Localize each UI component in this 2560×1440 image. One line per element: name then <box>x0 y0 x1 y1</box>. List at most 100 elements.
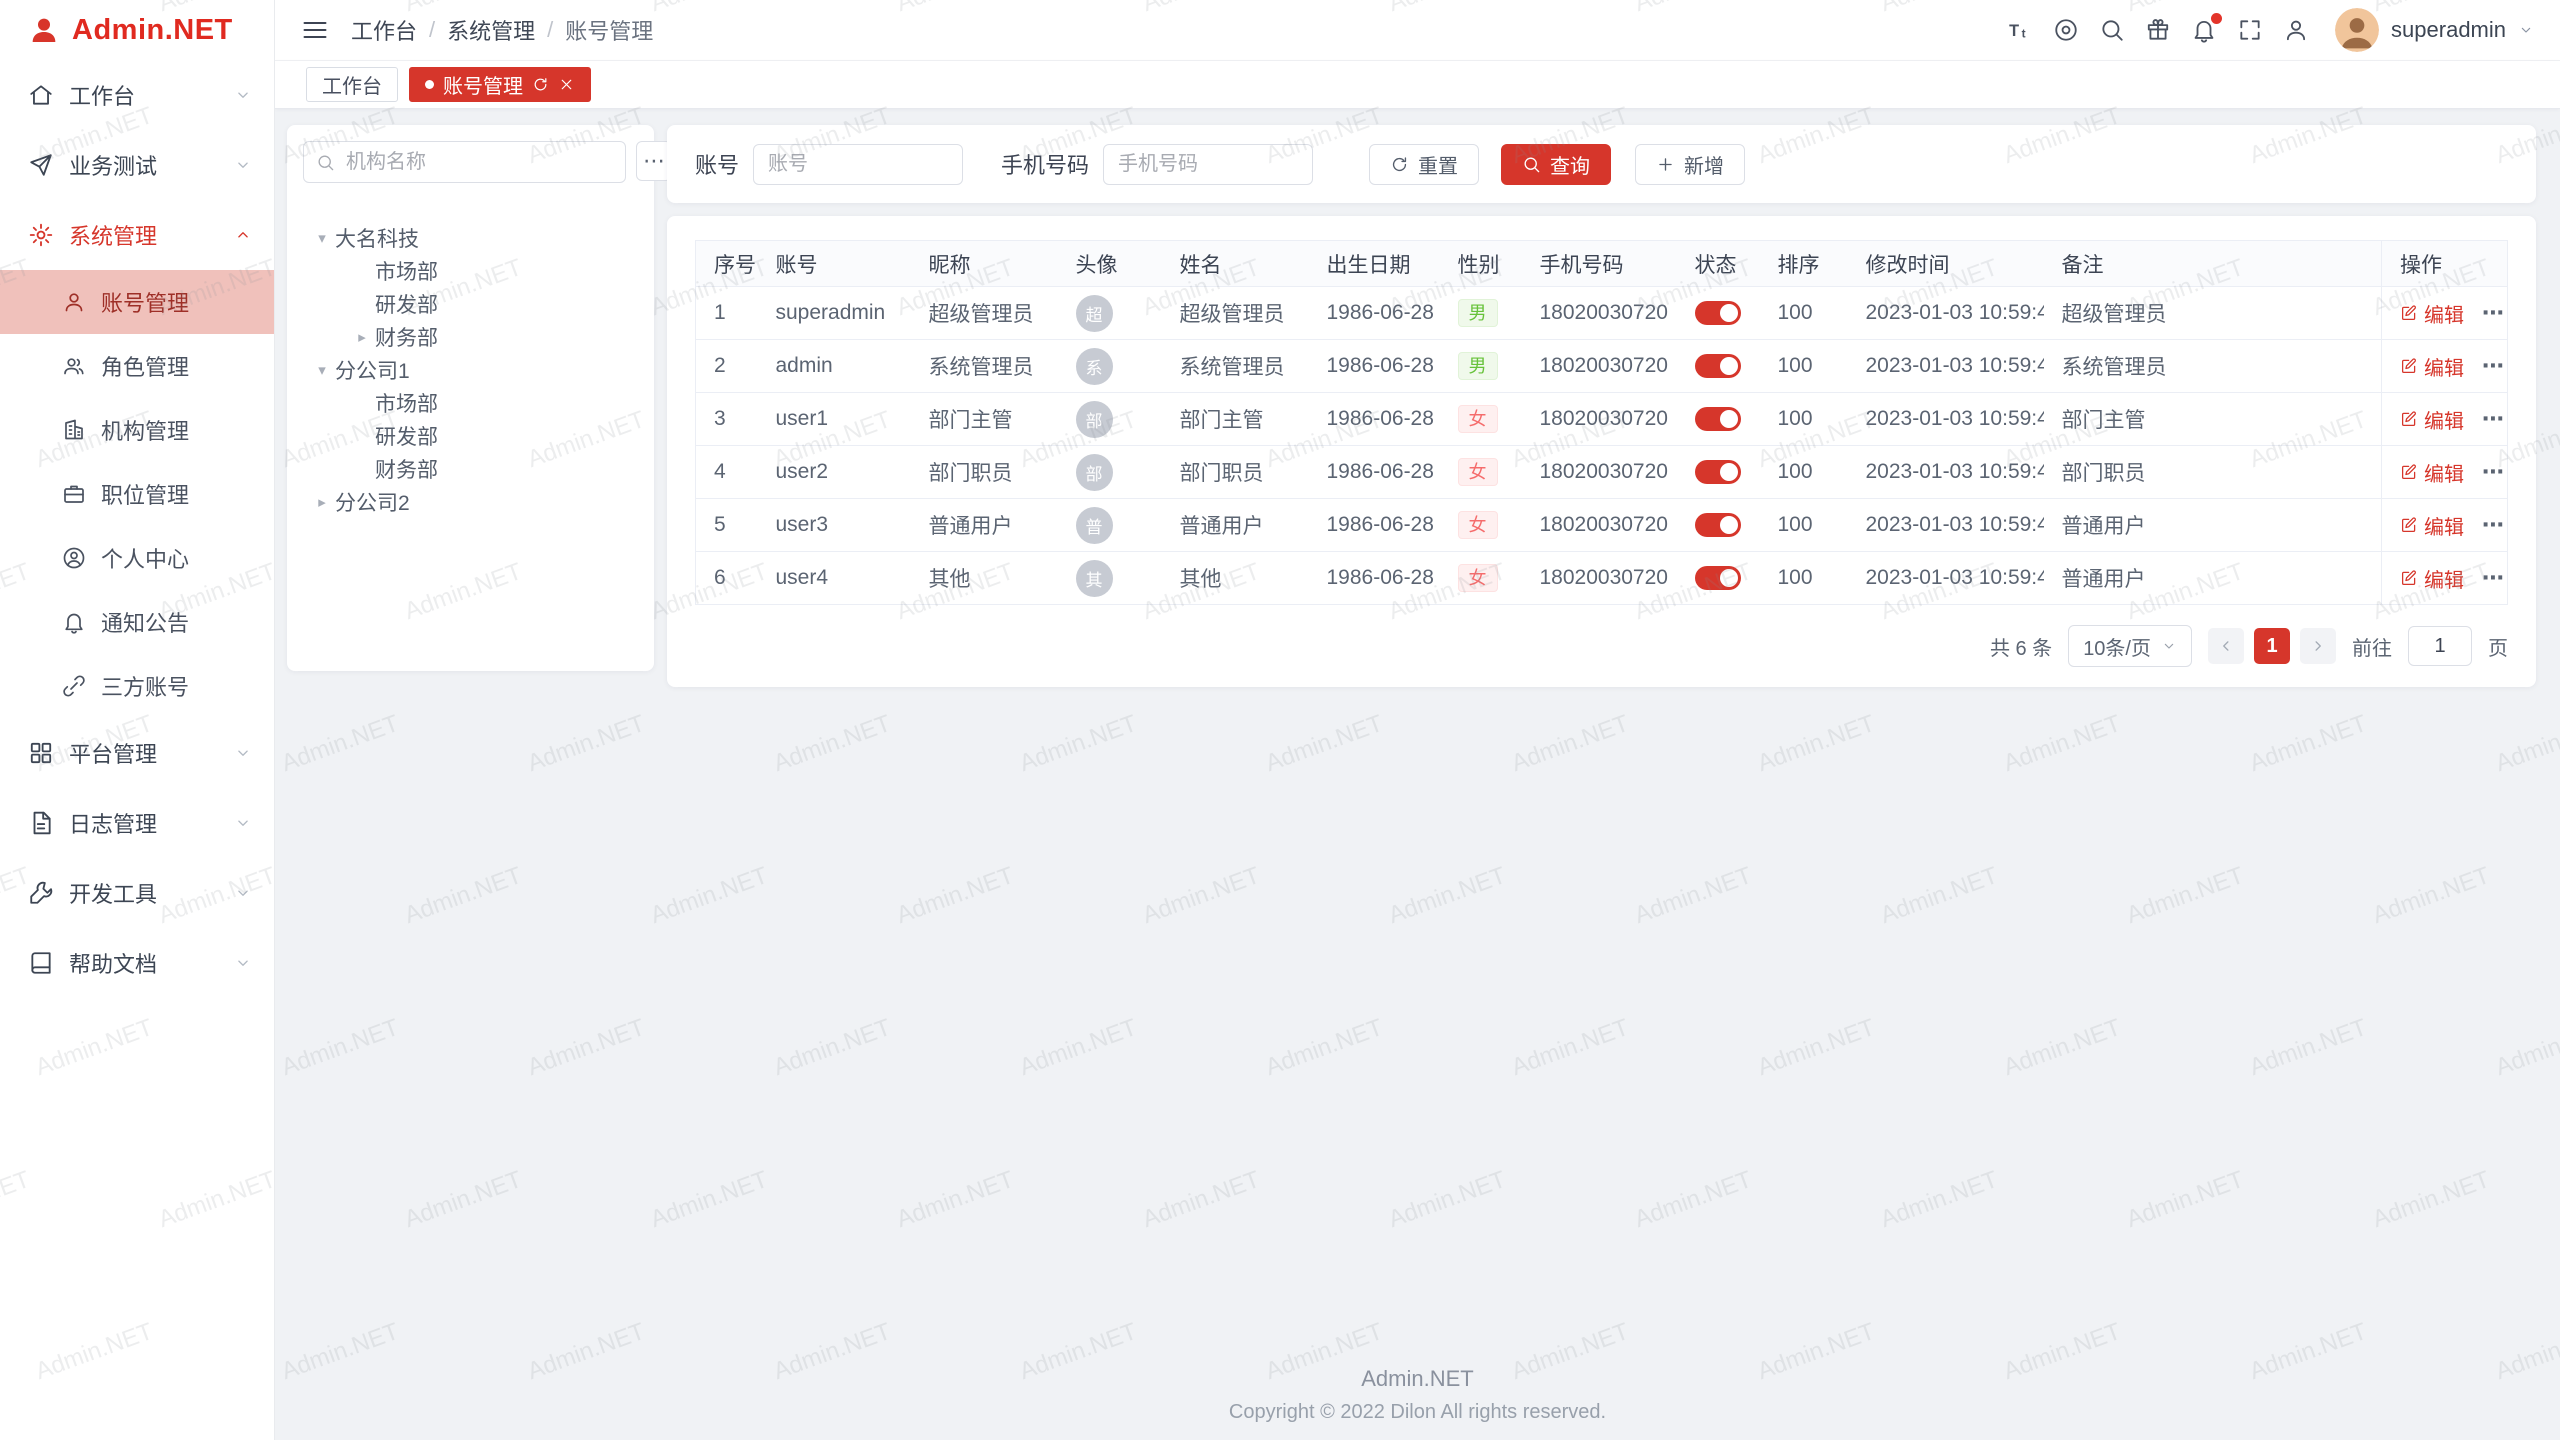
edit-button[interactable]: 编辑 <box>2400 564 2464 593</box>
sidebar-item-log-management[interactable]: 日志管理 <box>0 788 274 858</box>
sidebar-item-notice-announcement[interactable]: 通知公告 <box>0 590 274 654</box>
reset-button[interactable]: 重置 <box>1369 144 1479 185</box>
tree-caret-icon[interactable]: ▸ <box>309 493 335 511</box>
user-icon <box>62 290 86 314</box>
row-more-button[interactable]: ⋯ <box>2482 406 2504 431</box>
tree-node[interactable]: 财务部 <box>303 452 638 485</box>
sidebar-item-org-management[interactable]: 机构管理 <box>0 398 274 462</box>
goto-page-input[interactable] <box>2408 626 2472 666</box>
add-label: 新增 <box>1684 150 1724 179</box>
edit-label: 编辑 <box>2424 564 2464 593</box>
status-toggle[interactable] <box>1695 566 1741 590</box>
org-search-input[interactable] <box>344 150 613 175</box>
tree-node-label: 研发部 <box>375 421 438 451</box>
tree-node[interactable]: ▸财务部 <box>303 320 638 353</box>
table-card: 序号账号昵称头像姓名出生日期性别手机号码状态排序修改时间备注操作 1supera… <box>667 216 2536 687</box>
cell-nickname: 部门职员 <box>911 446 1058 499</box>
tab-workbench[interactable]: 工作台 <box>306 67 398 102</box>
tree-node[interactable]: 市场部 <box>303 386 638 419</box>
breadcrumb-item[interactable]: 工作台 <box>351 14 417 46</box>
cell-avatar: 其 <box>1058 552 1162 605</box>
page-number-button[interactable]: 1 <box>2254 628 2290 664</box>
next-page-button[interactable] <box>2300 628 2336 664</box>
breadcrumb-item[interactable]: 账号管理 <box>565 14 653 46</box>
add-button[interactable]: 新增 <box>1635 144 1745 185</box>
profile-button[interactable] <box>2283 17 2309 43</box>
breadcrumb-item[interactable]: 系统管理 <box>447 14 535 46</box>
cell-name: 部门主管 <box>1162 393 1309 446</box>
notifications-button[interactable] <box>2191 17 2217 43</box>
app-logo[interactable]: Admin.NET <box>0 0 274 60</box>
row-more-button[interactable]: ⋯ <box>2482 353 2504 378</box>
status-toggle[interactable] <box>1695 301 1741 325</box>
sidebar-item-system-management[interactable]: 系统管理 <box>0 200 274 270</box>
tree-node[interactable]: ▾分公司1 <box>303 353 638 386</box>
row-more-button[interactable]: ⋯ <box>2482 512 2504 537</box>
status-toggle[interactable] <box>1695 513 1741 537</box>
cell-order: 100 <box>1760 552 1848 605</box>
tree-node[interactable]: ▸分公司2 <box>303 485 638 518</box>
cell-name: 其他 <box>1162 552 1309 605</box>
status-toggle[interactable] <box>1695 407 1741 431</box>
edit-button[interactable]: 编辑 <box>2400 299 2464 328</box>
gender-tag: 女 <box>1458 458 1498 486</box>
tab-refresh-button[interactable] <box>532 76 549 93</box>
tree-node[interactable]: 市场部 <box>303 254 638 287</box>
sidebar-item-third-party-account[interactable]: 三方账号 <box>0 654 274 718</box>
org-search-field[interactable] <box>303 141 626 183</box>
tree-caret-icon[interactable]: ▾ <box>309 361 335 379</box>
theme-button[interactable] <box>2053 17 2079 43</box>
row-more-button[interactable]: ⋯ <box>2482 300 2504 325</box>
accounts-table: 序号账号昵称头像姓名出生日期性别手机号码状态排序修改时间备注操作 1supera… <box>695 240 2508 605</box>
edit-button[interactable]: 编辑 <box>2400 405 2464 434</box>
tree-node[interactable]: ▾大名科技 <box>303 221 638 254</box>
search-button[interactable]: 查询 <box>1501 144 1611 185</box>
tree-caret-icon[interactable]: ▸ <box>349 328 375 346</box>
user-menu[interactable]: superadmin <box>2335 8 2534 52</box>
account-input[interactable] <box>753 144 963 185</box>
fullscreen-button[interactable] <box>2237 17 2263 43</box>
edit-button[interactable]: 编辑 <box>2400 458 2464 487</box>
tab-account-management[interactable]: 账号管理 <box>409 67 591 102</box>
row-more-button[interactable]: ⋯ <box>2482 565 2504 590</box>
cell-order: 100 <box>1760 446 1848 499</box>
font-size-button[interactable]: Tt <box>2007 17 2033 43</box>
whats-new-button[interactable] <box>2145 17 2171 43</box>
sidebar-item-platform-management[interactable]: 平台管理 <box>0 718 274 788</box>
prev-page-button[interactable] <box>2208 628 2244 664</box>
sidebar-item-personal-center[interactable]: 个人中心 <box>0 526 274 590</box>
status-toggle[interactable] <box>1695 460 1741 484</box>
sidebar-item-role-management[interactable]: 角色管理 <box>0 334 274 398</box>
gift-icon <box>2145 17 2171 43</box>
edit-button[interactable]: 编辑 <box>2400 511 2464 540</box>
tree-node[interactable]: 研发部 <box>303 419 638 452</box>
tree-node[interactable]: 研发部 <box>303 287 638 320</box>
menu-toggle-button[interactable] <box>301 16 329 44</box>
gender-tag: 男 <box>1458 352 1498 380</box>
phone-input[interactable] <box>1103 144 1313 185</box>
row-more-button[interactable]: ⋯ <box>2482 459 2504 484</box>
right-column: 账号 手机号码 重置 查询 新增 序号账号昵称头像姓名出生日期性别手机号码状态排… <box>667 125 2536 687</box>
sidebar-item-help-docs[interactable]: 帮助文档 <box>0 928 274 998</box>
sidebar-item-business-test[interactable]: 业务测试 <box>0 130 274 200</box>
search-icon <box>2099 17 2125 43</box>
tab-bar: 工作台账号管理 <box>275 61 2560 109</box>
column-header: 备注 <box>2044 241 2382 287</box>
sidebar-item-workbench[interactable]: 工作台 <box>0 60 274 130</box>
sidebar-item-dev-tools[interactable]: 开发工具 <box>0 858 274 928</box>
page-size-select[interactable]: 10条/页 <box>2068 625 2192 667</box>
page-size-chevron <box>2161 638 2177 654</box>
edit-button[interactable]: 编辑 <box>2400 352 2464 381</box>
tab-close-button[interactable] <box>558 76 575 93</box>
cell-account: admin <box>758 340 911 393</box>
edit-label: 编辑 <box>2424 511 2464 540</box>
sidebar-item-position-management[interactable]: 职位管理 <box>0 462 274 526</box>
cell-actions: 编辑 ⋯ <box>2382 552 2508 605</box>
sidebar-item-label: 机构管理 <box>101 414 189 446</box>
sidebar-item-account-management[interactable]: 账号管理 <box>0 270 274 334</box>
tree-caret-icon[interactable]: ▾ <box>309 229 335 247</box>
edit-icon <box>2400 410 2418 428</box>
status-toggle[interactable] <box>1695 354 1741 378</box>
global-search-button[interactable] <box>2099 17 2125 43</box>
font-size-icon: Tt <box>2007 17 2033 43</box>
